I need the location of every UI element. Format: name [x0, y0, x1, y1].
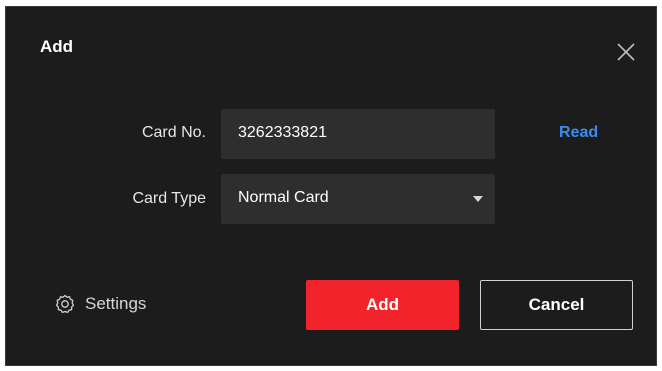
card-no-value: 3262333821 — [238, 124, 327, 141]
add-card-dialog: Add Card No. 3262333821 Read Card Type N… — [5, 6, 657, 366]
gear-icon — [55, 294, 75, 314]
cancel-button[interactable]: Cancel — [480, 280, 633, 330]
read-card-link[interactable]: Read — [559, 124, 598, 142]
settings-label: Settings — [85, 294, 147, 313]
settings-link[interactable]: Settings — [55, 292, 146, 316]
add-button[interactable]: Add — [306, 280, 459, 330]
card-no-input[interactable]: 3262333821 — [221, 109, 495, 159]
card-type-label: Card Type — [132, 190, 206, 207]
card-type-value: Normal Card — [238, 189, 329, 206]
caret-down-icon — [473, 196, 483, 202]
close-icon[interactable] — [615, 41, 637, 63]
dialog-title: Add — [40, 37, 74, 56]
card-type-select[interactable]: Normal Card — [221, 174, 495, 224]
card-no-label: Card No. — [141, 124, 206, 141]
